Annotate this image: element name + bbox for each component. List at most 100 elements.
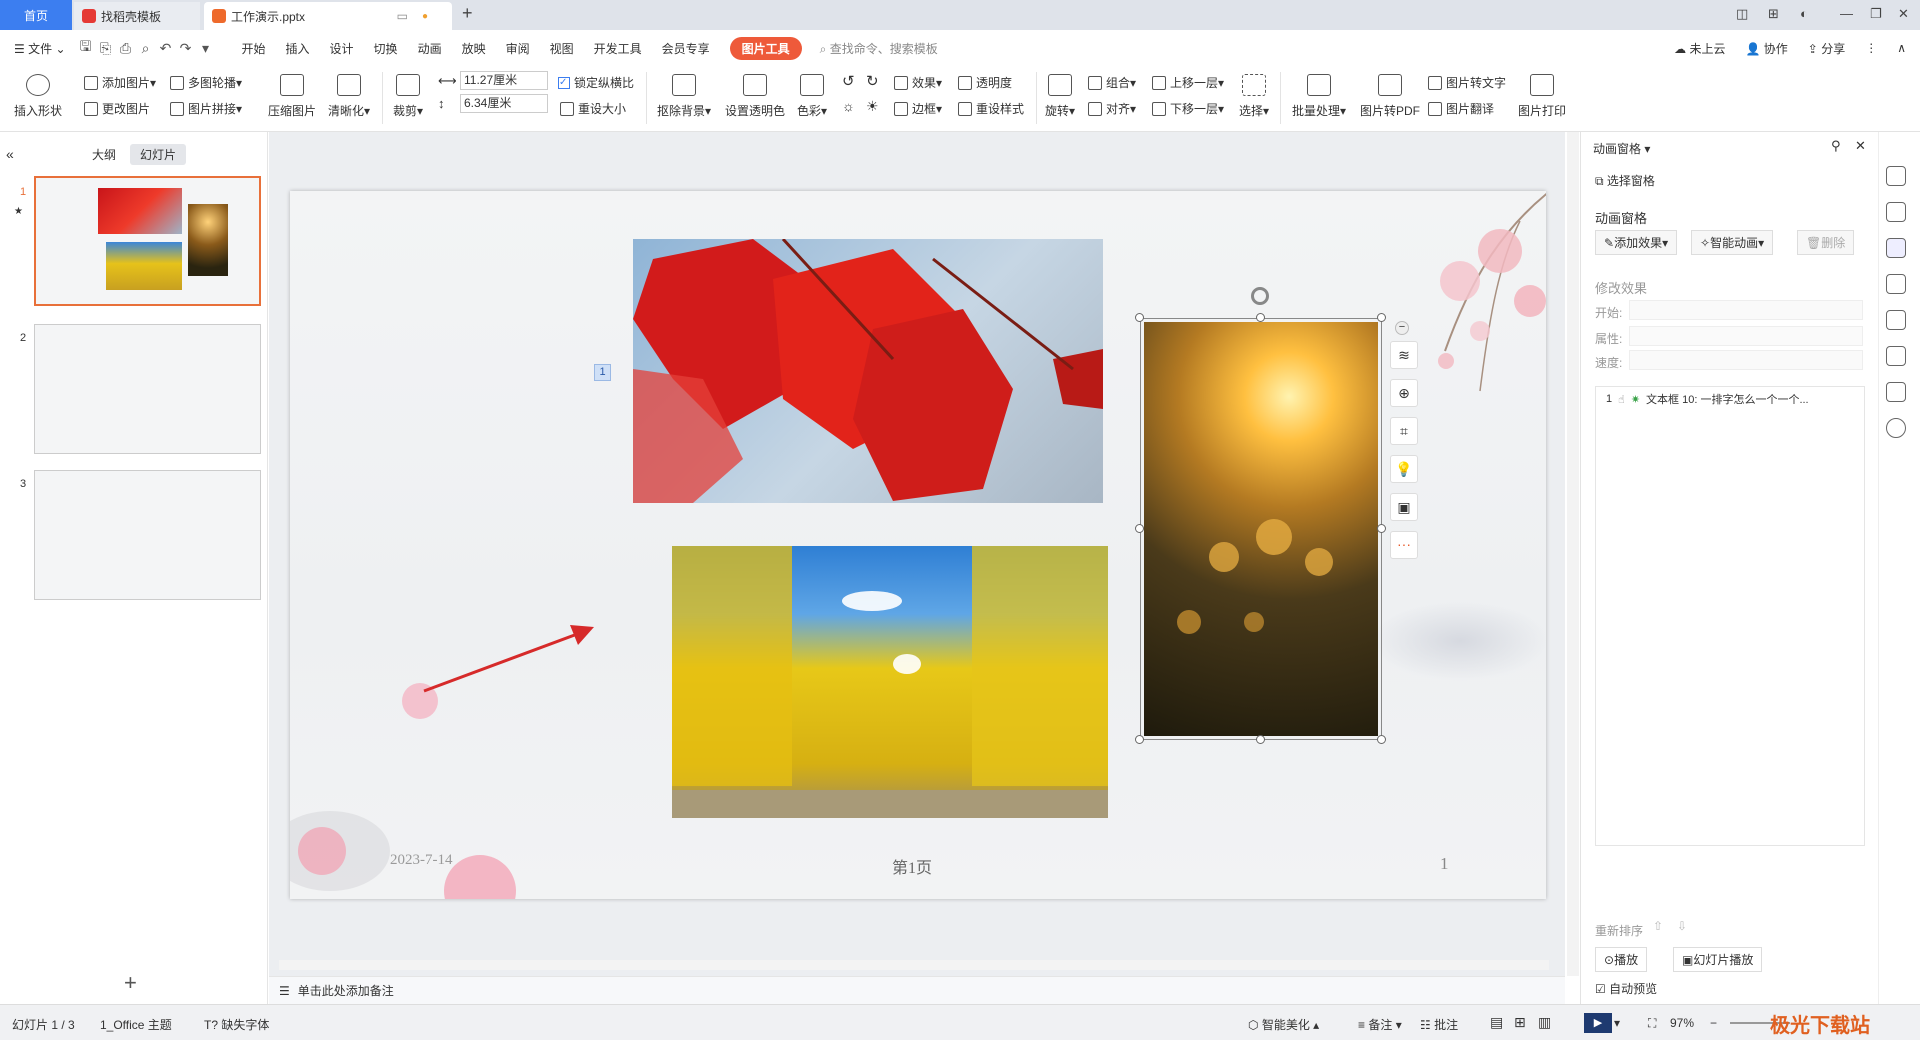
ginkgo-trees-image[interactable] xyxy=(672,546,1108,818)
resize-handle[interactable] xyxy=(1135,313,1144,322)
location-icon[interactable] xyxy=(1886,346,1906,366)
copy-icon[interactable] xyxy=(1886,274,1906,294)
tab-home[interactable]: 首页 xyxy=(0,0,72,30)
menu-start[interactable]: 开始 xyxy=(232,40,276,57)
notes-bar[interactable]: ☰ 单击此处添加备注 xyxy=(269,976,1565,1004)
compress-button[interactable]: 压缩图片 xyxy=(264,70,320,119)
tab-document[interactable]: 工作演示.pptx ▭ ● xyxy=(204,2,452,30)
tab-picture-tools[interactable]: 图片工具 xyxy=(729,36,802,60)
insert-shape-button[interactable]: 插入形状 xyxy=(8,70,68,119)
rocket-icon[interactable] xyxy=(1886,166,1906,186)
clarity-button[interactable]: 清晰化▾ xyxy=(324,70,374,119)
auto-preview-checkbox[interactable]: ☑ 自动预览 xyxy=(1595,980,1657,997)
move-up-icon[interactable]: ⇧ xyxy=(1653,919,1663,933)
fit-window-icon[interactable]: ⛶ xyxy=(1648,1016,1656,1031)
layout-icon[interactable]: ◫ xyxy=(1736,6,1748,22)
lightbulb-icon[interactable]: 💡 xyxy=(1390,455,1418,483)
animation-list-item[interactable]: 1 ☝ ✷ 文本框 10: 一排字怎么一个一个... xyxy=(1596,387,1864,411)
cloud-status[interactable]: ☁ 未上云 xyxy=(1664,40,1735,57)
collapse-float-icon[interactable]: − xyxy=(1395,321,1409,335)
maple-leaves-image[interactable] xyxy=(633,239,1103,503)
settings-sliders-icon[interactable] xyxy=(1886,202,1906,222)
resize-handle[interactable] xyxy=(1377,735,1386,744)
rotate-right-icon[interactable]: ↻ xyxy=(866,72,879,90)
animation-star-tool-icon[interactable] xyxy=(1886,238,1906,258)
multi-round-button[interactable]: 多图轮播 ▾ xyxy=(170,74,242,91)
align-button[interactable]: 对齐 ▾ xyxy=(1088,100,1136,117)
crop-button[interactable]: 裁剪▾ xyxy=(388,70,428,119)
group-button[interactable]: 组合 ▾ xyxy=(1088,74,1136,91)
bring-forward-button[interactable]: 上移一层 ▾ xyxy=(1152,74,1224,91)
zoom-picture-icon[interactable]: ⊕ xyxy=(1390,379,1418,407)
color-button[interactable]: 色彩▾ xyxy=(792,70,832,119)
save-icon[interactable]: 🖫 xyxy=(76,36,96,60)
horizontal-scrollbar[interactable] xyxy=(279,960,1549,970)
height-field[interactable]: 6.34厘米 xyxy=(460,94,548,113)
notes-toggle[interactable]: ≡ 备注 ▾ xyxy=(1358,1016,1402,1033)
to-text-button[interactable]: 图片转文字 xyxy=(1428,74,1506,91)
border-button[interactable]: 边框 ▾ xyxy=(894,100,942,117)
property-dropdown[interactable] xyxy=(1629,326,1863,346)
slide-canvas[interactable]: 1 − ≋ ⊕ ⌗ 💡 ▣ ··· 2023-7-14 第1页 1 xyxy=(290,191,1546,899)
preview-icon[interactable]: ⌕ xyxy=(136,40,156,57)
zoom-level[interactable]: 97% xyxy=(1670,1016,1694,1030)
reset-size-button[interactable]: 重设大小 xyxy=(560,100,626,117)
slide-thumbnail-1[interactable] xyxy=(34,176,261,306)
send-backward-button[interactable]: 下移一层 ▾ xyxy=(1152,100,1224,117)
vertical-scrollbar[interactable] xyxy=(1567,132,1579,976)
monitor-icon[interactable]: ▭ xyxy=(397,9,408,23)
comment-toggle[interactable]: ☷ 批注 xyxy=(1420,1016,1458,1033)
redo-icon[interactable]: ↷ xyxy=(176,40,196,57)
remove-background-button[interactable]: 抠除背景▾ xyxy=(652,70,716,119)
smart-beautify-button[interactable]: ⬡ 智能美化 ▴ xyxy=(1248,1016,1319,1033)
export-icon[interactable]: ⎘ xyxy=(96,40,116,57)
resize-handle[interactable] xyxy=(1135,735,1144,744)
menu-developer[interactable]: 开发工具 xyxy=(584,40,652,57)
brightness-down-icon[interactable]: ☼ xyxy=(842,98,855,114)
pin-icon[interactable]: ⚲ xyxy=(1831,138,1841,154)
tab-template[interactable]: 找稻壳模板 xyxy=(74,2,200,30)
crop-float-icon[interactable]: ⌗ xyxy=(1390,417,1418,445)
resize-handle[interactable] xyxy=(1256,313,1265,322)
menu-animation[interactable]: 动画 xyxy=(408,40,452,57)
resize-handle[interactable] xyxy=(1135,524,1144,533)
resize-handle[interactable] xyxy=(1256,735,1265,744)
to-pdf-button[interactable]: 图片转PDF xyxy=(1360,70,1420,119)
close-pane-icon[interactable]: ✕ xyxy=(1855,138,1866,154)
menu-design[interactable]: 设计 xyxy=(320,40,364,57)
menu-transition[interactable]: 切换 xyxy=(364,40,408,57)
picture-print-button[interactable]: 图片打印 xyxy=(1516,70,1568,119)
animation-tag[interactable]: 1 xyxy=(594,364,611,381)
grid-icon[interactable]: ⊞ xyxy=(1768,6,1779,22)
share-button[interactable]: ⇪ 分享 xyxy=(1798,40,1855,57)
missing-font-button[interactable]: T? 缺失字体 xyxy=(204,1016,269,1033)
new-tab-icon[interactable]: + xyxy=(462,3,473,24)
add-picture-button[interactable]: 添加图片 ▾ xyxy=(84,74,156,91)
delete-effect-button[interactable]: 🗑 删除 xyxy=(1797,230,1855,255)
theme-name[interactable]: 1_Office 主题 xyxy=(100,1016,172,1033)
pane-title[interactable]: 动画窗格 ▾ xyxy=(1593,140,1650,157)
tab-outline[interactable]: 大纲 xyxy=(92,146,116,163)
help-icon[interactable] xyxy=(1886,418,1906,438)
close-icon[interactable]: ✕ xyxy=(1898,6,1909,22)
zoom-out-icon[interactable]: − xyxy=(1710,1016,1717,1030)
menu-view[interactable]: 视图 xyxy=(540,40,584,57)
picture-splice-button[interactable]: 图片拼接 ▾ xyxy=(170,100,242,117)
picture-replace-icon[interactable]: ▣ xyxy=(1390,493,1418,521)
resize-handle[interactable] xyxy=(1377,313,1386,322)
undo-icon[interactable]: ↶ xyxy=(156,40,176,57)
set-transparent-button[interactable]: 设置透明色 xyxy=(722,70,788,119)
slide-play-button[interactable]: ▣ 幻灯片播放 xyxy=(1673,947,1763,972)
batch-process-button[interactable]: 批量处理▾ xyxy=(1290,70,1348,119)
smart-animation-button[interactable]: ✧ 智能动画 ▾ xyxy=(1691,230,1774,255)
translate-button[interactable]: 图片翻译 xyxy=(1428,100,1494,117)
menu-insert[interactable]: 插入 xyxy=(276,40,320,57)
speed-dropdown[interactable] xyxy=(1629,350,1863,370)
more-icon[interactable]: ⋮ xyxy=(1855,41,1887,55)
slide-thumbnail-3[interactable] xyxy=(34,470,261,600)
transparency-button[interactable]: 透明度 xyxy=(958,74,1012,91)
customize-icon[interactable]: ▾ xyxy=(196,40,216,57)
rotate-left-icon[interactable]: ↺ xyxy=(842,72,855,90)
more-float-icon[interactable]: ··· xyxy=(1390,531,1418,559)
play-button[interactable]: ⊙ 播放 xyxy=(1595,947,1648,972)
